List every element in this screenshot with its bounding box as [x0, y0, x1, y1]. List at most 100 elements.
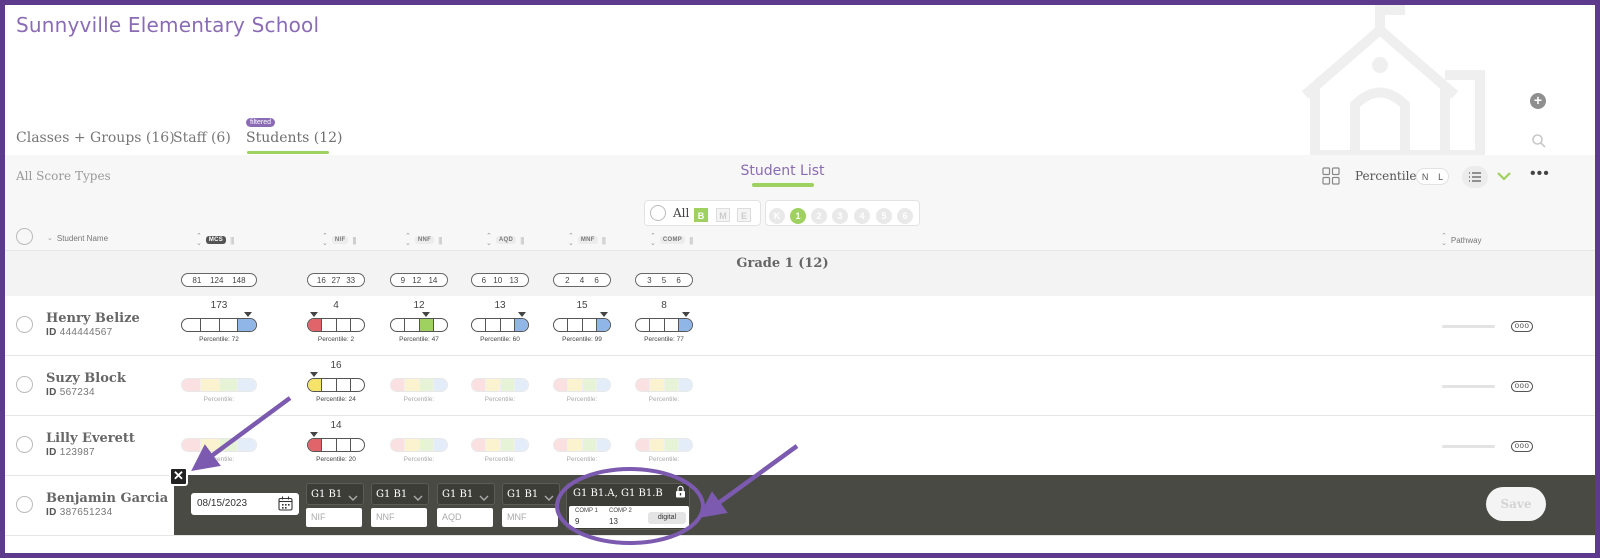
grid-view-icon[interactable]: [1322, 167, 1340, 185]
select-all-checkbox[interactable]: [16, 228, 33, 245]
chevron-down-icon[interactable]: [1496, 169, 1512, 183]
student-name[interactable]: Lilly Everett: [46, 431, 135, 446]
school-title: Sunnyville Elementary School: [16, 13, 320, 37]
score-input-aqd[interactable]: AQD: [437, 508, 493, 527]
student-select-checkbox[interactable]: [16, 376, 33, 393]
score-bar[interactable]: [307, 378, 365, 392]
score-input-mnf[interactable]: MNF: [502, 508, 558, 527]
score-bar-segment: [238, 379, 256, 391]
list-view-button[interactable]: [1462, 166, 1488, 188]
more-options-icon[interactable]: •••: [1530, 166, 1550, 182]
score-bar-segment: [200, 439, 220, 451]
score-bar-segment: [650, 319, 665, 331]
column-comp[interactable]: ⌃ ⌄ COMP |||: [650, 233, 693, 247]
score-bar[interactable]: [471, 438, 529, 452]
column-settings-icon[interactable]: |||: [520, 236, 524, 245]
score-bar[interactable]: [307, 438, 365, 452]
score-bar[interactable]: [307, 318, 365, 332]
column-aqd[interactable]: ⌃ ⌄ AQD |||: [486, 233, 524, 247]
grade-3[interactable]: 3: [832, 208, 848, 224]
grade-k[interactable]: K: [769, 208, 785, 224]
column-mcs[interactable]: ⌃ ⌄ MCS |||: [196, 233, 234, 247]
score-input-nnf[interactable]: NNF: [371, 508, 427, 527]
all-radio[interactable]: [650, 205, 666, 221]
score-bar-segment: [405, 319, 420, 331]
term-b[interactable]: B: [694, 208, 708, 222]
sort-icon: ⌄: [47, 235, 53, 242]
close-panel-button[interactable]: ✕: [169, 467, 188, 486]
score-bar[interactable]: [471, 378, 529, 392]
comp1-input[interactable]: 9: [575, 517, 579, 526]
score-bar[interactable]: [553, 438, 611, 452]
student-list-title: Student List: [740, 163, 825, 179]
grade-4[interactable]: 4: [854, 208, 870, 224]
score-bar[interactable]: [635, 438, 693, 452]
student-select-checkbox[interactable]: [16, 436, 33, 453]
grade-1[interactable]: 1: [790, 208, 806, 224]
row-more-icon[interactable]: ooo: [1511, 321, 1533, 332]
student-select-checkbox[interactable]: [16, 316, 33, 333]
score-bar[interactable]: [635, 378, 693, 392]
student-select-checkbox[interactable]: [16, 496, 33, 513]
mode-badge[interactable]: digital: [648, 512, 686, 524]
lock-icon[interactable]: [675, 485, 686, 498]
score-bar[interactable]: [553, 378, 611, 392]
student-name[interactable]: Suzy Block: [46, 371, 126, 386]
score-types-filter[interactable]: All Score Types: [16, 169, 111, 183]
grade-2[interactable]: 2: [811, 208, 827, 224]
toggle-l[interactable]: L: [1438, 172, 1443, 182]
score-bar-segment: [568, 379, 583, 391]
score-bar-segment: [650, 379, 665, 391]
add-icon[interactable]: +: [1530, 93, 1546, 109]
score-bar[interactable]: [390, 438, 448, 452]
score-value: 8: [661, 300, 667, 311]
score-bar[interactable]: [635, 318, 693, 332]
row-more-icon[interactable]: ooo: [1511, 381, 1533, 392]
column-settings-icon[interactable]: |||: [602, 236, 606, 245]
column-settings-icon[interactable]: |||: [230, 236, 234, 245]
all-label[interactable]: All: [673, 206, 689, 220]
percentile-text: Percentile: 99: [562, 336, 602, 343]
tab-staff[interactable]: Staff (6): [173, 130, 231, 146]
column-nif[interactable]: ⌃ ⌄ NIF |||: [322, 233, 357, 247]
n-l-toggle[interactable]: N L: [1416, 168, 1449, 185]
term-m[interactable]: M: [716, 208, 730, 222]
column-student-name[interactable]: ⌄ Student Name: [47, 234, 108, 243]
column-settings-icon[interactable]: |||: [352, 236, 356, 245]
grade-6[interactable]: 6: [897, 208, 913, 224]
student-name[interactable]: Benjamin Garcia: [46, 491, 168, 506]
column-settings-icon[interactable]: |||: [689, 236, 693, 245]
score-bar[interactable]: [181, 438, 257, 452]
tab-classes-groups[interactable]: Classes + Groups (16): [16, 130, 175, 146]
score-bar[interactable]: [390, 318, 448, 332]
score-bar-segment: [500, 379, 515, 391]
save-button[interactable]: Save: [1486, 487, 1546, 521]
search-icon[interactable]: [1531, 133, 1547, 149]
score-bar[interactable]: [181, 378, 257, 392]
term-e[interactable]: E: [737, 208, 751, 222]
calendar-icon[interactable]: [278, 496, 293, 511]
percentile-text: Percentile:: [484, 396, 516, 403]
score-bar[interactable]: [471, 318, 529, 332]
column-settings-icon[interactable]: |||: [438, 236, 442, 245]
score-bar-segment: [351, 379, 364, 391]
score-bar[interactable]: [390, 378, 448, 392]
toggle-n[interactable]: N: [1422, 172, 1429, 182]
score-input-nif[interactable]: NIF: [306, 508, 362, 527]
percentile-text: Percentile:: [203, 456, 235, 463]
score-bar-segment: [554, 439, 569, 451]
student-name[interactable]: Henry Belize: [46, 311, 140, 326]
row-more-icon[interactable]: ooo: [1511, 441, 1533, 452]
column-student-name-label: Student Name: [56, 234, 109, 243]
pathway-progress: [1442, 325, 1495, 328]
column-mnf[interactable]: ⌃ ⌄ MNF |||: [568, 233, 606, 247]
comp2-input[interactable]: 13: [609, 517, 618, 526]
score-bar-segment: [472, 379, 487, 391]
score-bar[interactable]: [181, 318, 257, 332]
column-nnf[interactable]: ⌃ ⌄ NNF |||: [405, 233, 442, 247]
benchmark-value: 13: [509, 275, 519, 285]
column-pathway[interactable]: ⌃ ⌄ Pathway: [1441, 233, 1482, 247]
tab-students[interactable]: Students (12): [246, 130, 343, 146]
score-bar[interactable]: [553, 318, 611, 332]
grade-5[interactable]: 5: [876, 208, 892, 224]
